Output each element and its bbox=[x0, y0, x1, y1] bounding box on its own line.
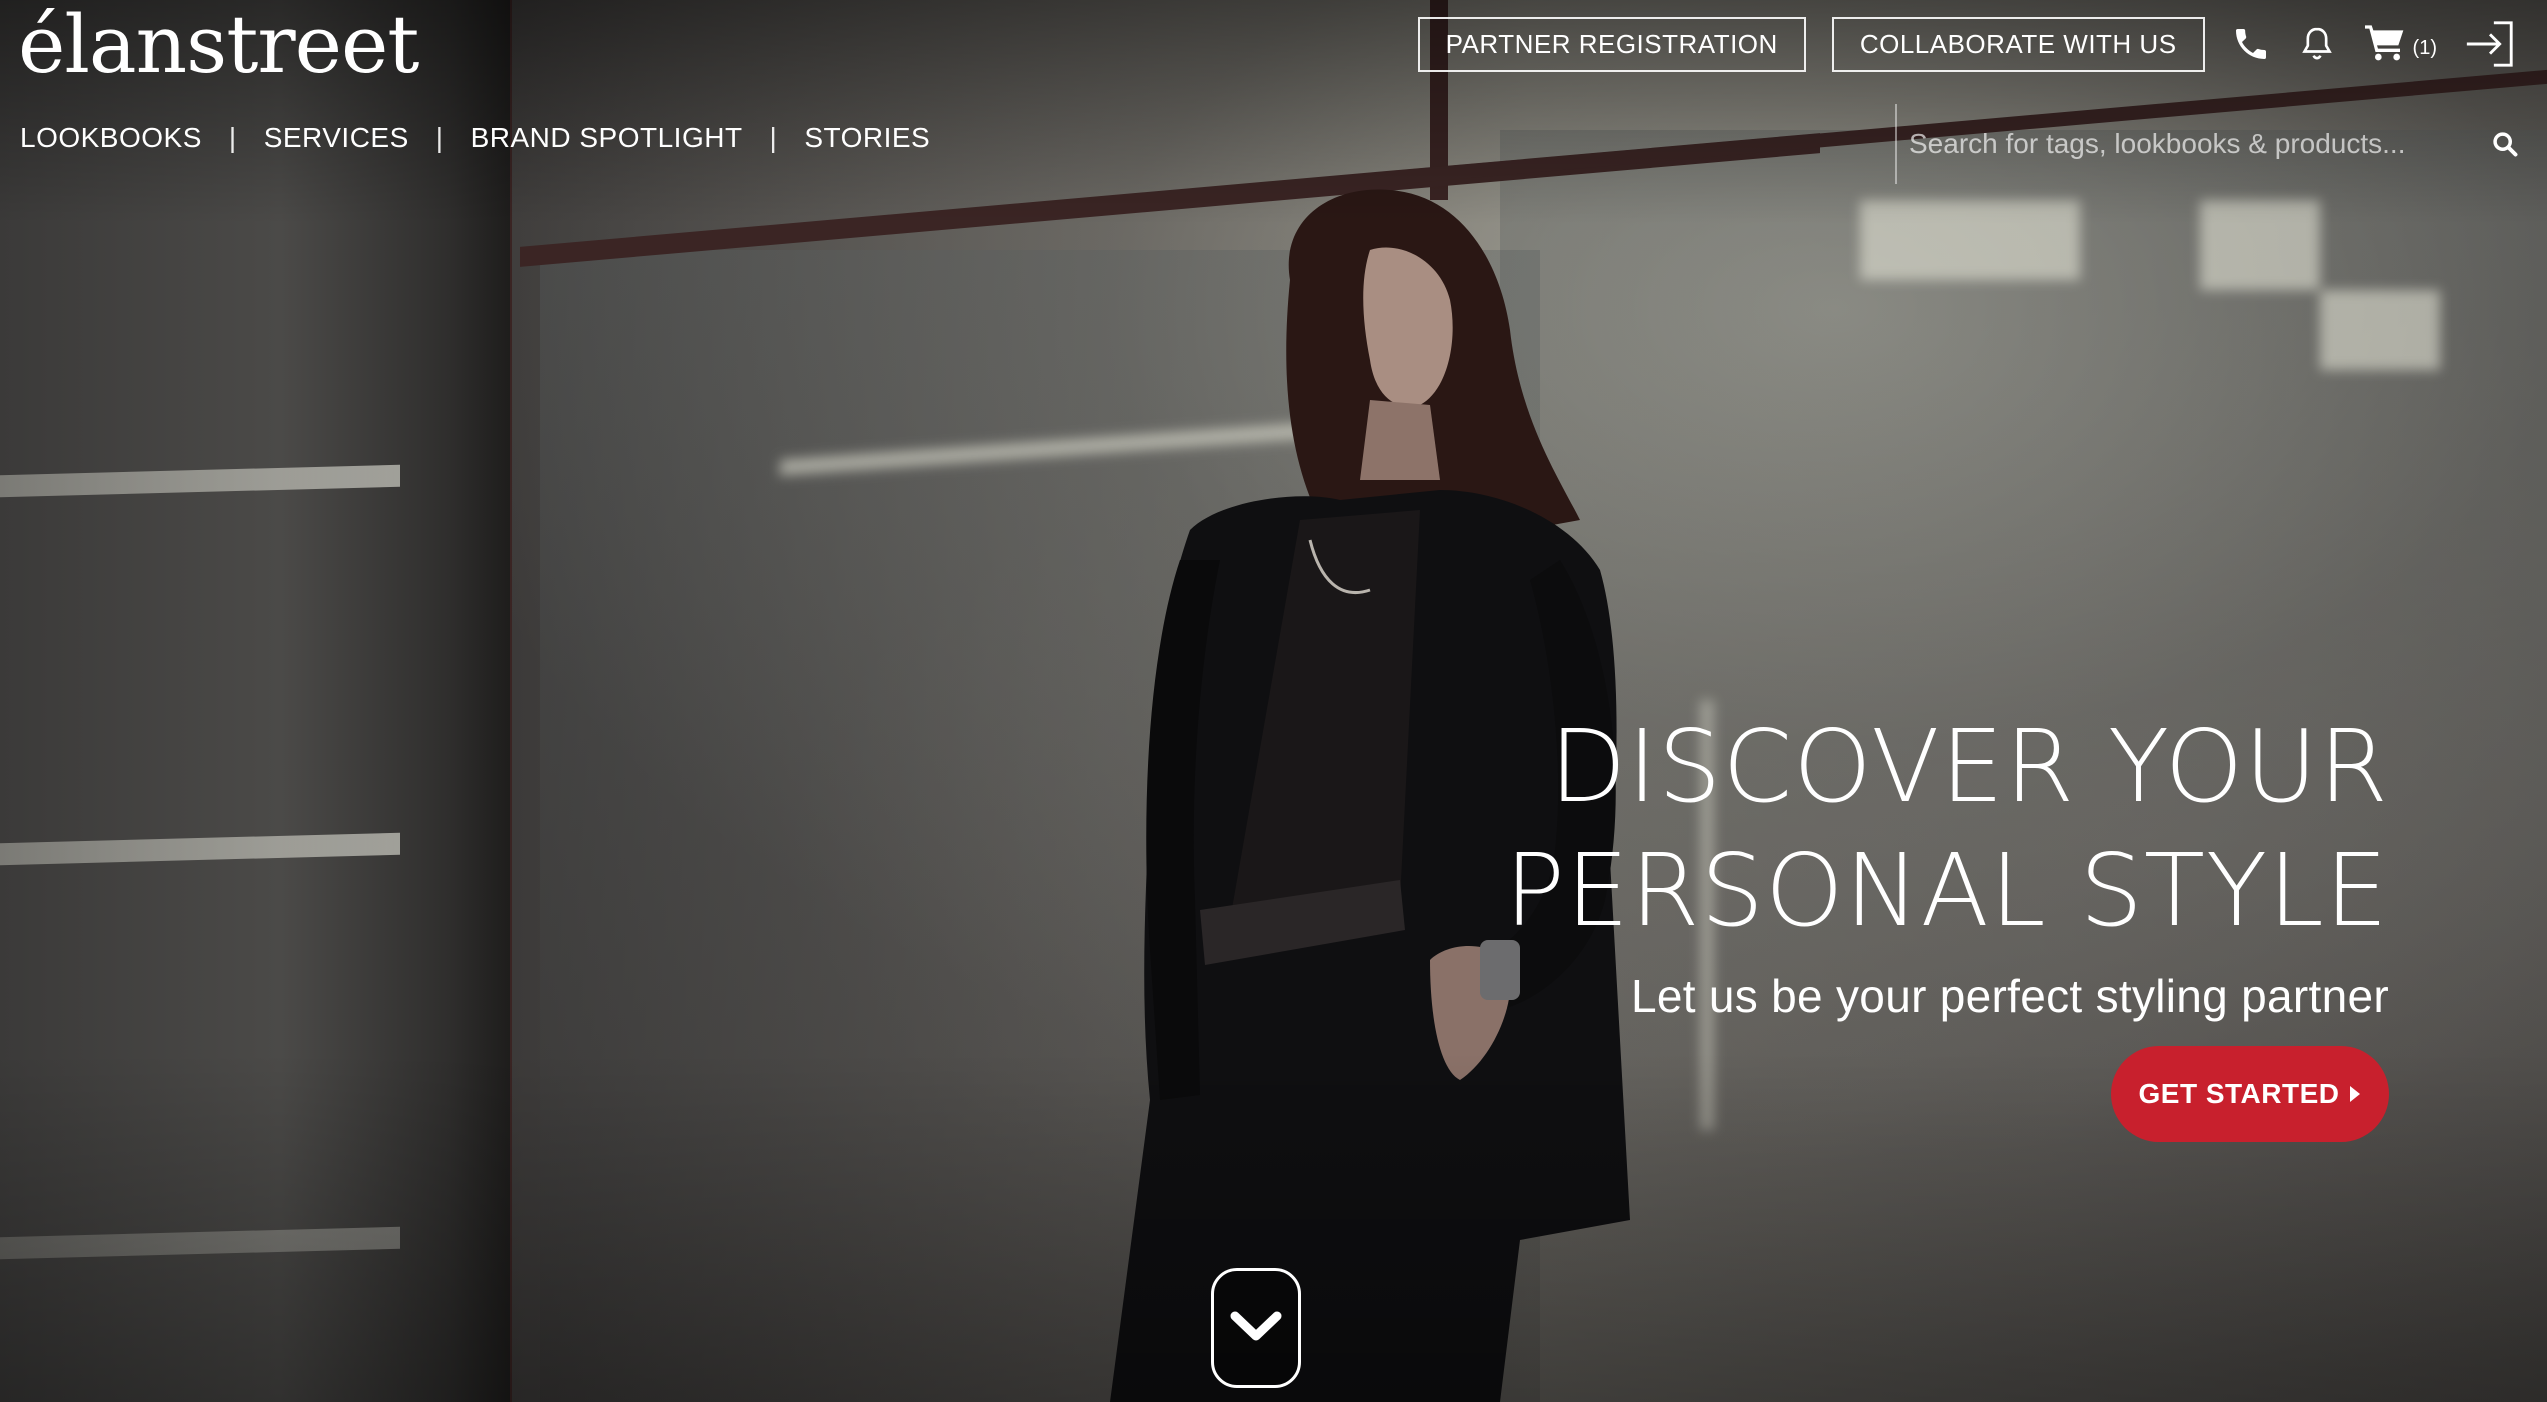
get-started-label: GET STARTED bbox=[2138, 1078, 2340, 1109]
hero-title-line-2: PERSONAL STYLE bbox=[1504, 832, 2389, 949]
collaborate-button[interactable]: COLLABORATE WITH US bbox=[1831, 16, 2205, 72]
chevron-down-icon bbox=[1230, 1310, 1282, 1347]
nav-separator: | bbox=[435, 122, 444, 153]
caret-right-icon bbox=[2349, 1078, 2361, 1110]
bell-icon[interactable] bbox=[2297, 23, 2337, 65]
cart-count: (1) bbox=[2412, 36, 2437, 59]
nav-lookbooks[interactable]: LOOKBOOKS bbox=[20, 122, 202, 154]
hero-background bbox=[0, 0, 2547, 1402]
nav-separator: | bbox=[769, 122, 778, 153]
get-started-button[interactable]: GET STARTED bbox=[2111, 1046, 2389, 1142]
cart-icon bbox=[2363, 22, 2407, 67]
hero-title: DISCOVER YOUR PERSONAL STYLE bbox=[1505, 705, 2389, 953]
sign-in-icon[interactable] bbox=[2463, 16, 2517, 72]
main-nav: LOOKBOOKS | SERVICES | BRAND SPOTLIGHT |… bbox=[20, 122, 930, 154]
hero-text: DISCOVER YOUR PERSONAL STYLE Let us be y… bbox=[1505, 705, 2389, 1023]
brand-logo[interactable]: élanstreet bbox=[18, 0, 419, 90]
nav-stories[interactable]: STORIES bbox=[804, 122, 930, 154]
search-input[interactable] bbox=[1897, 128, 2437, 160]
top-actions: PARTNER REGISTRATION COLLABORATE WITH US… bbox=[1417, 16, 2517, 72]
nav-brand-spotlight[interactable]: BRAND SPOTLIGHT bbox=[471, 122, 743, 154]
search-icon[interactable] bbox=[2491, 130, 2519, 163]
cart-button[interactable]: (1) bbox=[2363, 22, 2437, 67]
nav-separator: | bbox=[228, 122, 237, 153]
scroll-down-button[interactable] bbox=[1211, 1268, 1301, 1388]
phone-icon[interactable] bbox=[2231, 24, 2271, 64]
search-bar bbox=[1895, 104, 2525, 184]
nav-services[interactable]: SERVICES bbox=[264, 122, 409, 154]
hero-subtitle: Let us be your perfect styling partner bbox=[1630, 970, 2389, 1022]
hero-title-line-1: DISCOVER YOUR bbox=[1549, 708, 2389, 825]
vignette-overlay bbox=[0, 0, 2547, 1402]
partner-registration-button[interactable]: PARTNER REGISTRATION bbox=[1417, 16, 1806, 72]
